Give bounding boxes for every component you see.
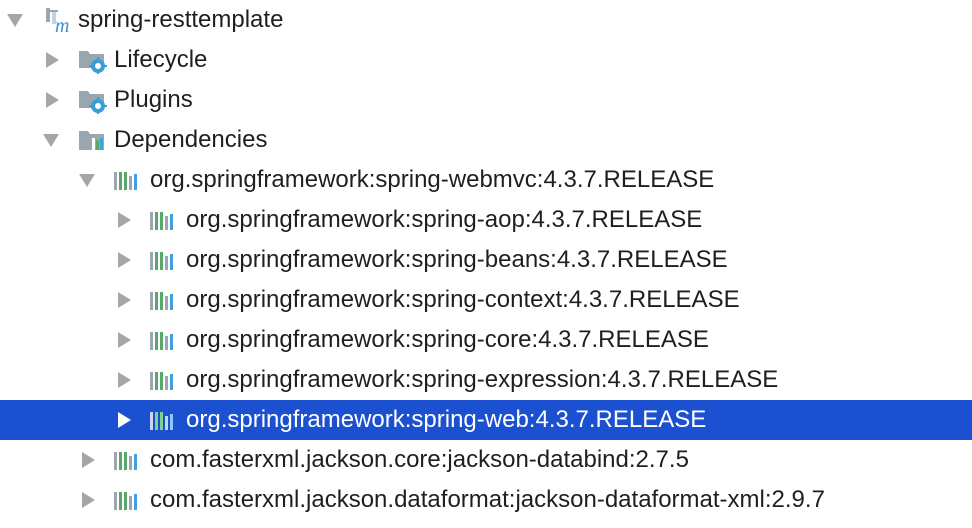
tree-row-lifecycle[interactable]: Lifecycle	[0, 40, 972, 80]
tree-row-plugins[interactable]: Plugins	[0, 80, 972, 120]
expand-arrow-icon[interactable]	[114, 360, 134, 400]
tree-row-label: org.springframework:spring-web:4.3.7.REL…	[186, 406, 707, 433]
tree-row-label: Plugins	[114, 86, 193, 113]
settings-folder-icon	[78, 80, 108, 120]
expand-arrow-icon[interactable]	[114, 200, 134, 240]
tree-row-label: org.springframework:spring-expression:4.…	[186, 366, 779, 393]
tree-row-label: com.fasterxml.jackson.dataformat:jackson…	[150, 486, 825, 513]
tree-row-dependency-selected[interactable]: org.springframework:spring-web:4.3.7.REL…	[0, 400, 972, 440]
expand-arrow-icon[interactable]	[78, 440, 98, 480]
svg-text:m: m	[55, 15, 69, 34]
tree-row-label: spring-resttemplate	[78, 6, 284, 33]
expand-arrow-icon[interactable]	[114, 320, 134, 360]
tree-row-dependency[interactable]: org.springframework:spring-context:4.3.7…	[0, 280, 972, 320]
project-tree: m spring-resttemplate Lifecycle Plugins …	[0, 0, 972, 528]
tree-row-dependency[interactable]: org.springframework:spring-aop:4.3.7.REL…	[0, 200, 972, 240]
expand-arrow-icon[interactable]	[114, 280, 134, 320]
tree-row-label: Dependencies	[114, 126, 268, 153]
tree-row-dependency[interactable]: org.springframework:spring-beans:4.3.7.R…	[0, 240, 972, 280]
tree-row-label: org.springframework:spring-context:4.3.7…	[186, 286, 740, 313]
library-icon	[150, 280, 180, 320]
expand-arrow-icon[interactable]	[42, 80, 62, 120]
collapse-arrow-icon[interactable]	[42, 120, 62, 160]
tree-row-dependency[interactable]: org.springframework:spring-expression:4.…	[0, 360, 972, 400]
expand-arrow-icon[interactable]	[114, 240, 134, 280]
library-icon	[114, 480, 144, 520]
tree-row-label: org.springframework:spring-beans:4.3.7.R…	[186, 246, 728, 273]
tree-row-dependency[interactable]: com.fasterxml.jackson.dataformat:jackson…	[0, 480, 972, 520]
tree-row-dependency[interactable]: com.fasterxml.jackson.core:jackson-datab…	[0, 440, 972, 480]
collapse-arrow-icon[interactable]	[6, 0, 26, 40]
settings-folder-icon	[78, 40, 108, 80]
collapse-arrow-icon[interactable]	[78, 160, 98, 200]
library-icon	[150, 200, 180, 240]
dependencies-folder-icon	[78, 120, 108, 160]
expand-arrow-icon[interactable]	[114, 400, 134, 440]
tree-row-label: org.springframework:spring-core:4.3.7.RE…	[186, 326, 709, 353]
maven-module-icon: m	[46, 0, 76, 40]
tree-row-root[interactable]: m spring-resttemplate	[0, 0, 972, 40]
tree-row-dependencies[interactable]: Dependencies	[0, 120, 972, 160]
expand-arrow-icon[interactable]	[42, 40, 62, 80]
tree-row-dependency[interactable]: org.springframework:spring-webmvc:4.3.7.…	[0, 160, 972, 200]
tree-row-label: com.fasterxml.jackson.core:jackson-datab…	[150, 446, 689, 473]
library-icon	[150, 240, 180, 280]
library-icon	[114, 160, 144, 200]
tree-row-label: Lifecycle	[114, 46, 208, 73]
library-icon	[150, 360, 180, 400]
library-icon	[150, 320, 180, 360]
tree-row-label: org.springframework:spring-aop:4.3.7.REL…	[186, 206, 703, 233]
library-icon	[114, 440, 144, 480]
tree-row-label: org.springframework:spring-webmvc:4.3.7.…	[150, 166, 715, 193]
expand-arrow-icon[interactable]	[78, 480, 98, 520]
tree-row-dependency[interactable]: org.springframework:spring-core:4.3.7.RE…	[0, 320, 972, 360]
library-icon	[150, 400, 180, 440]
